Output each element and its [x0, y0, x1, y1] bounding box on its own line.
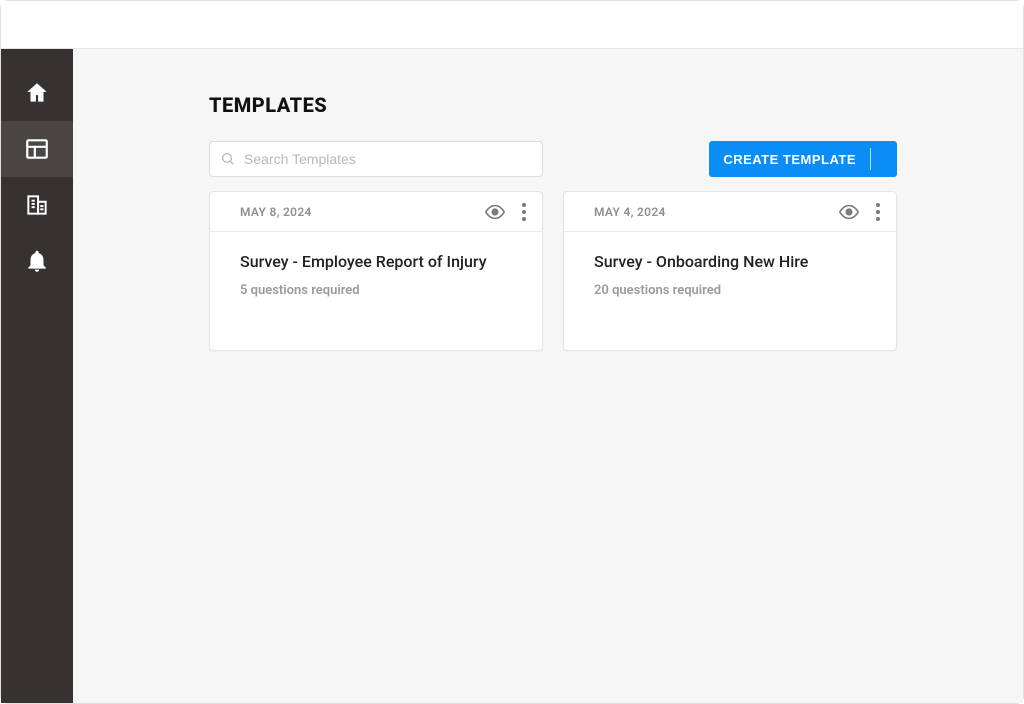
page-title: TEMPLATES — [209, 93, 1023, 117]
card-date: MAY 4, 2024 — [594, 205, 666, 219]
building-icon — [24, 192, 50, 218]
search-field-wrapper[interactable] — [209, 141, 543, 177]
more-menu-icon[interactable] — [874, 199, 882, 225]
card-body: Survey - Onboarding New Hire 20 question… — [564, 232, 896, 318]
card-header: MAY 4, 2024 — [564, 192, 896, 232]
card-title: Survey - Employee Report of Injury — [240, 252, 512, 271]
preview-icon[interactable] — [838, 201, 860, 223]
toolbar: CREATE TEMPLATE — [209, 141, 897, 177]
templates-icon — [24, 136, 50, 162]
card-subtitle: 20 questions required — [594, 283, 866, 298]
sidebar-item-organization[interactable] — [1, 177, 73, 233]
template-cards: MAY 8, 2024 Survey — [209, 191, 1023, 351]
create-template-button[interactable]: CREATE TEMPLATE — [709, 141, 897, 177]
search-icon — [220, 151, 236, 167]
template-card[interactable]: MAY 8, 2024 Survey — [209, 191, 543, 351]
sidebar-item-home[interactable] — [1, 65, 73, 121]
bell-icon — [24, 248, 50, 274]
create-template-label: CREATE TEMPLATE — [723, 152, 870, 167]
main-content: TEMPLATES CREATE TEMPLATE MAY 8, 2024 — [73, 49, 1023, 703]
sidebar — [1, 49, 73, 703]
template-card[interactable]: MAY 4, 2024 Survey — [563, 191, 897, 351]
card-title: Survey - Onboarding New Hire — [594, 252, 866, 271]
card-header: MAY 8, 2024 — [210, 192, 542, 232]
sidebar-item-notifications[interactable] — [1, 233, 73, 289]
button-divider — [870, 148, 871, 170]
topbar — [1, 1, 1023, 49]
search-input[interactable] — [244, 151, 532, 167]
card-subtitle: 5 questions required — [240, 283, 512, 298]
card-date: MAY 8, 2024 — [240, 205, 312, 219]
preview-icon[interactable] — [484, 201, 506, 223]
card-body: Survey - Employee Report of Injury 5 que… — [210, 232, 542, 318]
home-icon — [24, 80, 50, 106]
more-menu-icon[interactable] — [520, 199, 528, 225]
sidebar-item-templates[interactable] — [1, 121, 73, 177]
